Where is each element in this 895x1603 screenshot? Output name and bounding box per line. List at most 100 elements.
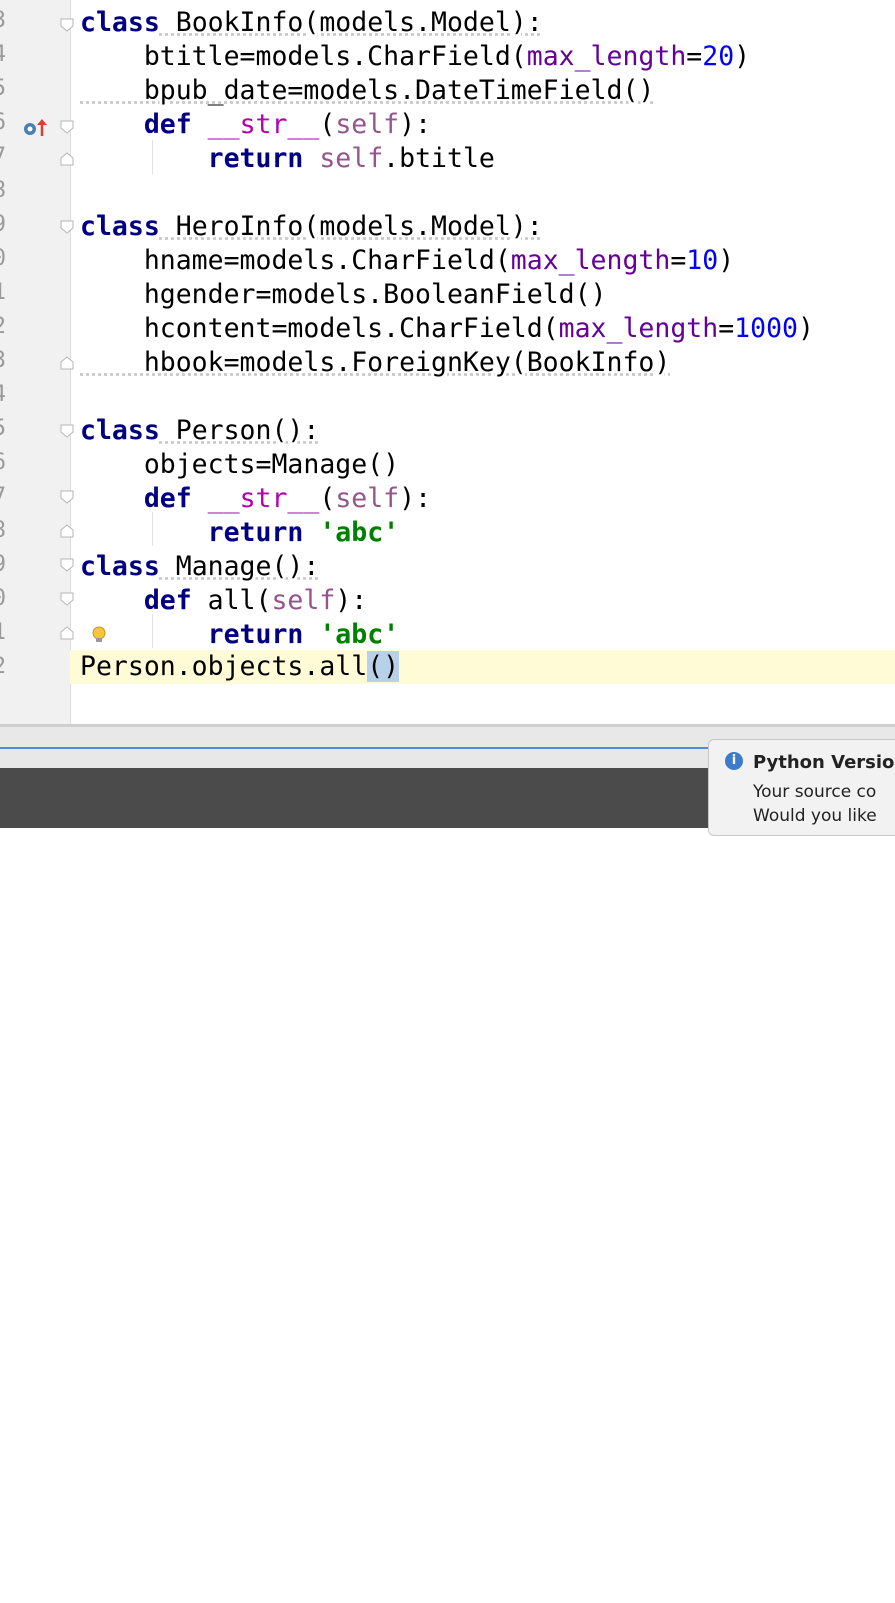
keyword: def [80, 585, 192, 616]
code-line[interactable]: hbook=models.ForeignKey(BookInfo) [80, 346, 671, 380]
line-number: 0 [0, 246, 6, 271]
code-text: HeroInfo(models.Model): [159, 211, 543, 242]
keyword: return [80, 619, 304, 650]
code-text: ) [734, 41, 751, 72]
code-text: Person(): [159, 415, 320, 446]
notification-text: Your source co [753, 782, 877, 802]
fold-end-icon[interactable] [60, 524, 74, 538]
line-number: 9 [0, 552, 6, 577]
fold-collapse-icon[interactable] [60, 558, 74, 572]
keyword: class [80, 415, 160, 446]
keyword: class [80, 211, 160, 242]
info-icon: i [725, 752, 743, 770]
fold-collapse-icon[interactable] [60, 120, 74, 134]
code-text: ): [399, 109, 432, 140]
keyword-argument: max_length [558, 313, 719, 344]
code-line[interactable]: def all(self): [80, 584, 367, 618]
fold-collapse-icon[interactable] [60, 490, 74, 504]
line-number: 9 [0, 212, 6, 237]
line-number: 8 [0, 178, 6, 203]
matched-brace-highlight: () [367, 651, 400, 682]
notification-title: Python Versio [753, 752, 895, 773]
line-number: 7 [0, 484, 6, 509]
notification-text: Would you like [753, 806, 877, 826]
fold-collapse-icon[interactable] [60, 220, 74, 234]
line-number: 3 [0, 8, 6, 33]
code-line[interactable]: hgender=models.BooleanField() [80, 278, 607, 312]
fold-collapse-icon[interactable] [60, 424, 74, 438]
keyword-argument: max_length [526, 41, 687, 72]
code-line[interactable]: return 'abc' [80, 516, 400, 550]
magic-method: __str__ [207, 109, 320, 140]
keyword-argument: max_length [510, 245, 671, 276]
string-literal: 'abc' [319, 517, 400, 548]
code-line[interactable]: hname=models.CharField(max_length=10) [80, 244, 734, 278]
line-number: 1 [0, 620, 6, 645]
code-text: ) [797, 313, 814, 344]
python-version-notification[interactable]: i Python Versio Your source co Would you… [708, 739, 895, 836]
string-literal: 'abc' [319, 619, 400, 650]
code-text: all [319, 651, 368, 682]
code-line[interactable]: bpub_date=models.DateTimeField() [80, 74, 655, 108]
code-text: ): [335, 585, 368, 616]
fold-end-icon[interactable] [60, 626, 74, 640]
self-param: self [319, 143, 384, 174]
code-editor[interactable]: 3 4 5 6 7 8 9 0 1 2 3 4 5 6 7 8 9 0 1 2 [0, 0, 895, 724]
override-marker-icon[interactable] [22, 118, 48, 142]
keyword: return [80, 143, 304, 174]
code-text: btitle=models.CharField( [80, 41, 527, 72]
code-text: ( [319, 109, 336, 140]
code-text: ) [718, 245, 735, 276]
line-number: 3 [0, 348, 6, 373]
line-number: 4 [0, 382, 6, 407]
keyword: return [80, 517, 304, 548]
code-text: objects=Manage() [80, 449, 400, 480]
code-line[interactable]: return 'abc' [80, 618, 400, 652]
line-number: 5 [0, 416, 6, 441]
line-number: 4 [0, 42, 6, 67]
fold-collapse-icon[interactable] [60, 592, 74, 606]
fold-end-icon[interactable] [60, 152, 74, 166]
code-text: hname=models.CharField( [80, 245, 511, 276]
fold-end-icon[interactable] [60, 356, 74, 370]
code-text: hbook=models.ForeignKey(BookInfo) [80, 347, 671, 378]
self-param: self [335, 483, 400, 514]
code-line[interactable]: def __str__(self): [80, 108, 431, 142]
code-text: BookInfo(models.Model): [159, 7, 543, 38]
number-literal: 10 [686, 245, 719, 276]
code-line[interactable]: class BookInfo(models.Model): [80, 6, 543, 40]
line-number: 5 [0, 76, 6, 101]
self-param: self [335, 109, 400, 140]
code-line[interactable]: btitle=models.CharField(max_length=20) [80, 40, 750, 74]
code-line[interactable]: class Person(): [80, 414, 319, 448]
code-text: hgender=models.BooleanField() [80, 279, 607, 310]
code-line[interactable]: Person.objects.all() [80, 650, 400, 684]
keyword: def [80, 483, 192, 514]
fold-collapse-icon[interactable] [60, 18, 74, 32]
code-line[interactable]: return self.btitle [80, 142, 495, 176]
code-line[interactable]: def __str__(self): [80, 482, 431, 516]
number-literal: 1000 [734, 313, 798, 344]
code-line[interactable]: class HeroInfo(models.Model): [80, 210, 543, 244]
line-number: 7 [0, 144, 6, 169]
number-literal: 20 [702, 41, 735, 72]
code-text: = [718, 313, 735, 344]
player-control-icon[interactable] [282, 1586, 314, 1603]
code-line[interactable]: hcontent=models.CharField(max_length=100… [80, 312, 814, 346]
code-line[interactable]: class Manage(): [80, 550, 319, 584]
code-text: Manage(): [159, 551, 320, 582]
keyword: class [80, 7, 160, 38]
code-text: all( [191, 585, 272, 616]
line-number: 6 [0, 450, 6, 475]
code-line[interactable]: objects=Manage() [80, 448, 399, 482]
self-param: self [271, 585, 336, 616]
line-number: 0 [0, 586, 6, 611]
code-text: = [670, 245, 687, 276]
player-control-icon[interactable] [428, 1586, 460, 1603]
line-number: 8 [0, 518, 6, 543]
